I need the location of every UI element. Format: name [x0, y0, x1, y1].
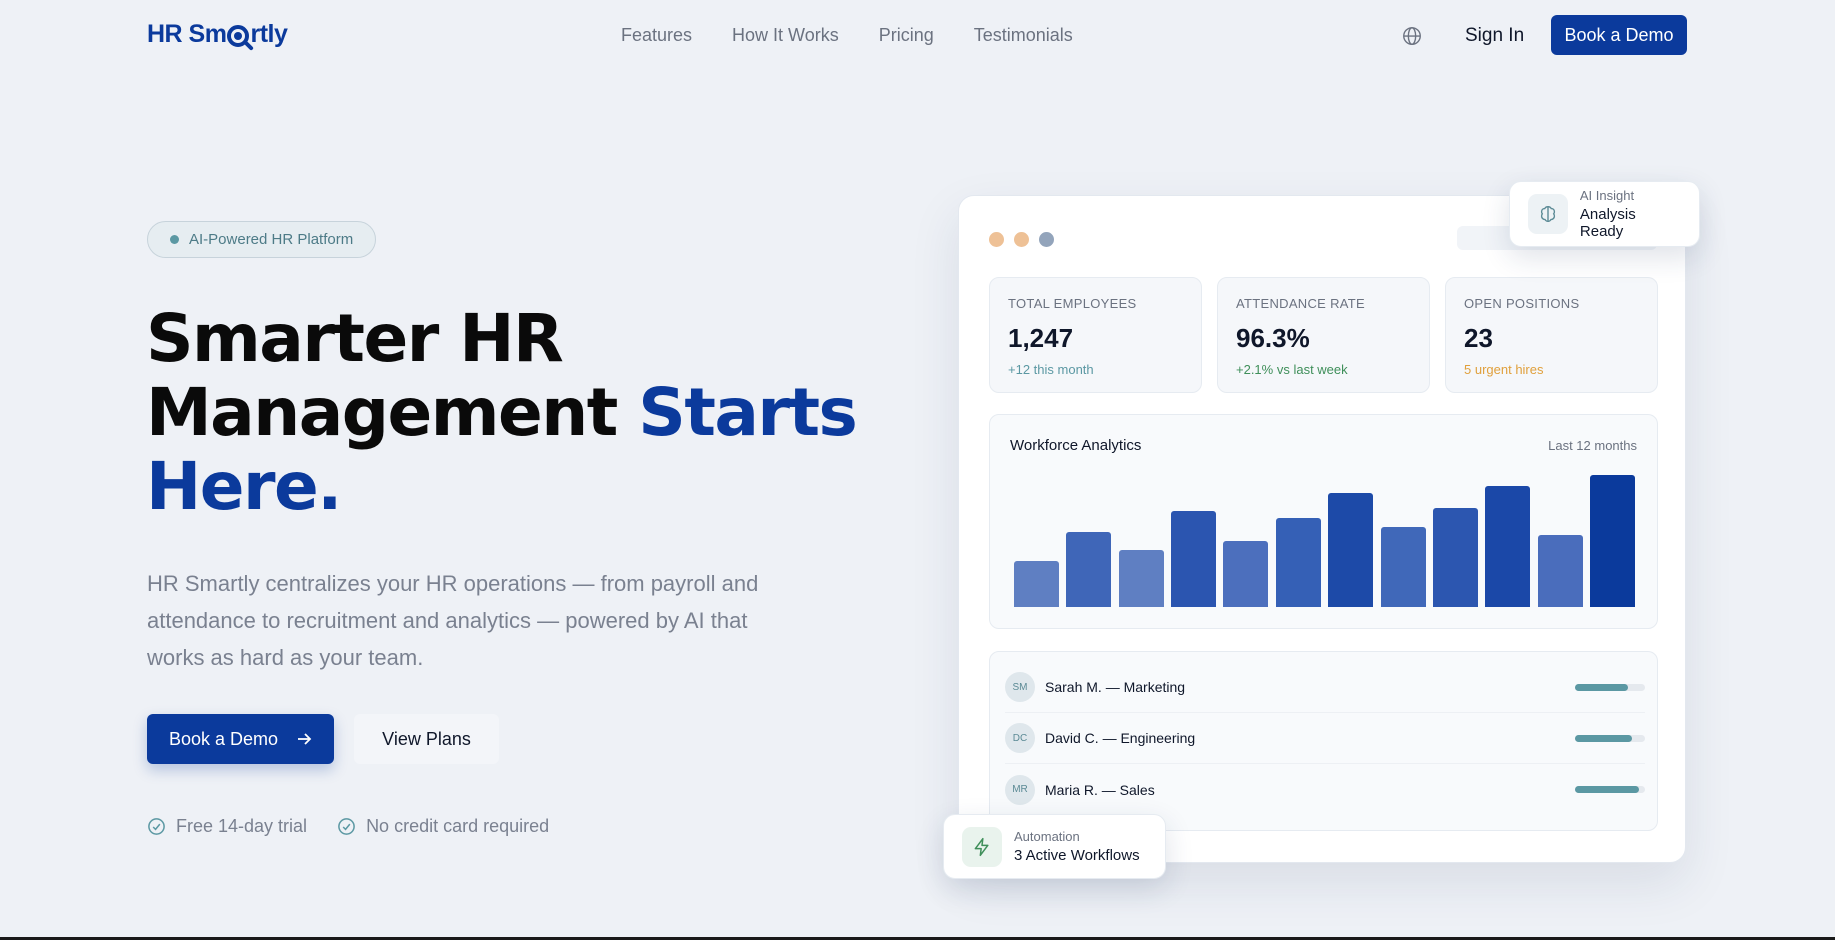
headline-accent-here: Here. — [146, 448, 342, 525]
magnifier-icon — [227, 25, 250, 47]
hero-description: HR Smartly centralizes your HR operation… — [147, 571, 759, 670]
top-nav: HR Sm rtly Features How It Works Pricing… — [0, 0, 1835, 74]
ai-insight-value: Analysis Ready — [1579, 206, 1636, 240]
badge-dot-icon — [170, 235, 179, 244]
chart-bar — [1118, 550, 1164, 607]
headline-line-2: Management — [146, 374, 639, 451]
stat-label: OPEN POSITIONS — [1464, 296, 1580, 311]
chart-bar — [1328, 493, 1374, 607]
stat-value: 23 — [1464, 323, 1493, 353]
progress-fill — [1575, 786, 1640, 793]
avatar: DC — [1005, 723, 1035, 753]
globe-icon[interactable] — [1401, 25, 1423, 47]
hero-headline: Smarter HR Management Starts Here. — [146, 300, 858, 525]
automation-value: 3 Active Workflows — [1014, 847, 1140, 864]
stat-label: ATTENDANCE RATE — [1236, 296, 1365, 311]
perk-no-card: No credit card required — [337, 816, 549, 837]
progress-fill — [1575, 734, 1633, 742]
chart-bar — [1590, 475, 1636, 607]
chart-range: Last 12 months — [1548, 438, 1637, 453]
headline-accent-starts: Starts — [638, 374, 858, 451]
employee-name: David C. — Engineering — [1045, 730, 1196, 746]
employee-name: Sarah M. — Marketing — [1045, 679, 1186, 695]
perk-trial: Free 14-day trial — [147, 816, 307, 837]
nav-links: Features How It Works Pricing Testimonia… — [621, 25, 1073, 46]
chart-bar — [1223, 541, 1269, 607]
check-circle-icon — [338, 818, 355, 835]
progress-track — [1575, 734, 1645, 742]
employee-row[interactable]: MR Maria R. — Sales — [1005, 764, 1645, 815]
chart-bar — [1066, 532, 1112, 607]
ai-insight-tag: AI Insight Analysis Ready — [1509, 181, 1700, 247]
avatar: SM — [1005, 672, 1035, 702]
stat-card-attendance: ATTENDANCE RATE 96.3% +2.1% vs last week — [1217, 277, 1430, 393]
stat-sub: +12 this month — [1008, 362, 1094, 377]
progress-track — [1575, 786, 1645, 793]
stat-sub: +2.1% vs last week — [1236, 362, 1348, 377]
landing-page: HR Sm rtly Features How It Works Pricing… — [0, 0, 1835, 940]
automation-label: Automation — [1014, 829, 1080, 844]
check-circle-icon — [148, 818, 165, 835]
nav-link-testimonials[interactable]: Testimonials — [974, 25, 1073, 46]
window-dot-icon — [1014, 232, 1029, 247]
chart-bar — [1485, 485, 1531, 607]
stat-sub: 5 urgent hires — [1464, 362, 1544, 377]
employee-row[interactable]: DC David C. — Engineering — [1005, 713, 1645, 764]
headline-line-1: Smarter HR — [146, 300, 564, 377]
brain-icon — [1528, 194, 1568, 234]
nav-link-pricing[interactable]: Pricing — [879, 25, 934, 46]
ai-insight-label: AI Insight — [1579, 188, 1635, 203]
stat-label: TOTAL EMPLOYEES — [1008, 296, 1137, 311]
hero-book-demo-label: Book a Demo — [168, 728, 279, 749]
chart-bar — [1013, 560, 1059, 607]
progress-fill — [1575, 683, 1628, 691]
perk-no-card-label: No credit card required — [366, 816, 550, 836]
stat-card-positions: OPEN POSITIONS 23 5 urgent hires — [1445, 277, 1658, 393]
window-dot-icon — [989, 232, 1004, 247]
stat-value: 96.3% — [1236, 323, 1310, 353]
automation-tag: Automation 3 Active Workflows — [943, 814, 1166, 879]
sign-in-link[interactable]: Sign In — [1465, 25, 1524, 47]
nav-link-how-it-works[interactable]: How It Works — [732, 25, 839, 46]
stat-card-employees: TOTAL EMPLOYEES 1,247 +12 this month — [989, 277, 1202, 393]
nav-book-demo-button[interactable]: Book a Demo — [1551, 15, 1687, 55]
platform-badge: AI-Powered HR Platform — [147, 221, 377, 258]
dashboard-preview: TOTAL EMPLOYEES 1,247 +12 this month ATT… — [958, 195, 1686, 863]
workforce-analytics-chart: Workforce Analytics Last 12 months — [989, 414, 1658, 629]
window-dot-icon — [1039, 232, 1054, 247]
badge-label: AI-Powered HR Platform — [189, 231, 354, 248]
chart-bar — [1380, 526, 1426, 607]
progress-track — [1575, 683, 1645, 691]
view-plans-button[interactable]: View Plans — [354, 714, 499, 764]
chart-bar — [1433, 507, 1479, 607]
lightning-icon — [962, 826, 1002, 867]
chart-bar — [1275, 517, 1321, 607]
logo[interactable]: HR Sm rtly — [147, 14, 288, 54]
logo-text-right: rtly — [250, 19, 288, 48]
hero-perks: Free 14-day trial No credit card require… — [147, 816, 549, 837]
nav-link-features[interactable]: Features — [621, 25, 692, 46]
window-controls — [989, 232, 1054, 247]
hero-book-demo-button[interactable]: Book a Demo — [147, 714, 334, 764]
employee-row[interactable]: SM Sarah M. — Marketing — [1005, 662, 1645, 713]
employee-list: SM Sarah M. — Marketing DC David C. — En… — [989, 651, 1658, 831]
avatar: MR — [1005, 774, 1035, 805]
arrow-right-icon — [298, 733, 312, 745]
chart-bar — [1170, 511, 1216, 607]
employee-name: Maria R. — Sales — [1045, 781, 1155, 798]
chart-bars — [1010, 465, 1639, 607]
chart-title: Workforce Analytics — [1010, 437, 1142, 454]
perk-trial-label: Free 14-day trial — [176, 816, 308, 836]
stat-value: 1,247 — [1008, 323, 1074, 353]
logo-text-left: HR Sm — [147, 19, 227, 48]
chart-bar — [1537, 534, 1583, 607]
